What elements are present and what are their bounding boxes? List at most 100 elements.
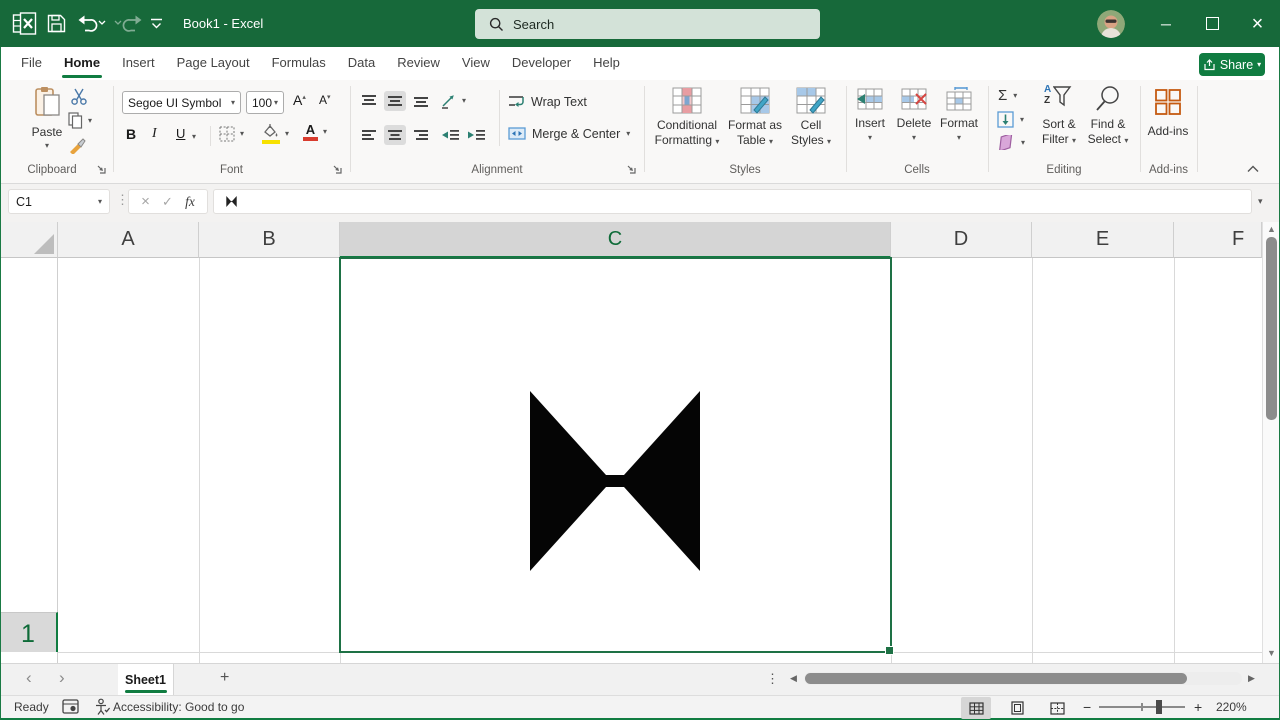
zoom-out-button[interactable]: −: [1083, 699, 1091, 715]
customize-quick-access-icon[interactable]: [150, 18, 163, 30]
column-header-c[interactable]: C: [340, 222, 891, 258]
font-size-combo[interactable]: 100 ▾: [246, 91, 284, 114]
alignment-dialog-launcher-icon[interactable]: [626, 164, 637, 175]
bold-button[interactable]: B: [126, 126, 136, 142]
horizontal-scrollbar[interactable]: [804, 672, 1242, 685]
vertical-scrollbar-thumb[interactable]: [1266, 237, 1277, 420]
macro-record-icon[interactable]: [62, 699, 79, 714]
save-icon[interactable]: [46, 13, 67, 34]
redo-button[interactable]: [113, 13, 143, 34]
font-dialog-launcher-icon[interactable]: [332, 164, 343, 175]
column-header-f[interactable]: F: [1174, 222, 1262, 258]
collapse-ribbon-button[interactable]: [1247, 165, 1259, 173]
column-header-a[interactable]: A: [58, 222, 199, 258]
add-ins-button[interactable]: Add-ins: [1143, 88, 1193, 139]
scroll-left-icon[interactable]: ◀: [790, 673, 797, 684]
wrap-text-button[interactable]: Wrap Text: [508, 94, 587, 109]
row-header-1[interactable]: 1: [0, 612, 58, 652]
search-bar[interactable]: Search: [475, 9, 820, 39]
tab-insert[interactable]: Insert: [111, 47, 166, 80]
fill-button[interactable]: ▾: [997, 111, 1024, 128]
horizontal-scrollbar-thumb[interactable]: [805, 673, 1187, 684]
maximize-button[interactable]: [1189, 0, 1235, 47]
name-box[interactable]: C1 ▾: [8, 189, 110, 214]
column-header-d[interactable]: D: [891, 222, 1032, 258]
bottom-align-button[interactable]: [410, 91, 432, 111]
format-painter-button[interactable]: [68, 136, 88, 154]
tab-view[interactable]: View: [451, 47, 501, 80]
scroll-right-icon[interactable]: ▶: [1248, 673, 1255, 684]
italic-button[interactable]: I: [152, 126, 157, 142]
delete-cells-button[interactable]: Delete ▾: [893, 87, 935, 142]
scroll-up-icon[interactable]: ▲: [1267, 224, 1276, 234]
page-break-preview-button[interactable]: [1042, 697, 1072, 719]
insert-function-icon[interactable]: fx: [185, 194, 195, 210]
font-name-combo[interactable]: Segoe UI Symbol ▾: [122, 91, 241, 114]
autosum-button[interactable]: Σ ▾: [998, 88, 1017, 103]
select-all-corner[interactable]: [0, 222, 58, 258]
zoom-level[interactable]: 220%: [1216, 700, 1247, 714]
sheet-tab-sheet1[interactable]: Sheet1: [118, 664, 174, 695]
expand-formula-bar-icon[interactable]: ▾: [1258, 197, 1263, 206]
column-header-e[interactable]: E: [1032, 222, 1174, 258]
next-sheet-button[interactable]: ›: [59, 668, 65, 688]
tab-help[interactable]: Help: [582, 47, 631, 80]
format-as-table-button[interactable]: Format as Table ▾: [726, 87, 784, 148]
align-right-button[interactable]: [410, 125, 432, 145]
copy-button[interactable]: ▾: [68, 112, 92, 129]
center-align-button[interactable]: [384, 125, 406, 145]
cancel-icon[interactable]: ×: [141, 193, 150, 210]
enter-icon[interactable]: ✓: [162, 194, 173, 210]
scroll-down-icon[interactable]: ▼: [1267, 648, 1276, 658]
increase-indent-button[interactable]: [468, 127, 486, 143]
borders-button[interactable]: ▾: [219, 126, 244, 142]
tab-data[interactable]: Data: [337, 47, 386, 80]
align-left-button[interactable]: [358, 125, 380, 145]
clipboard-dialog-launcher-icon[interactable]: [96, 164, 107, 175]
sort-filter-button[interactable]: A Z Sort & Filter ▾: [1036, 85, 1082, 147]
undo-button[interactable]: [77, 13, 107, 34]
user-avatar[interactable]: [1097, 10, 1125, 38]
close-button[interactable]: ×: [1235, 0, 1280, 47]
tab-file[interactable]: File: [10, 47, 53, 80]
chevron-down-icon[interactable]: ▾: [192, 133, 196, 141]
orientation-button[interactable]: ▾: [440, 92, 466, 109]
share-button[interactable]: Share ▾: [1199, 53, 1265, 76]
tab-home[interactable]: Home: [53, 47, 111, 80]
previous-sheet-button[interactable]: ‹: [26, 668, 32, 688]
excel-app-icon[interactable]: [12, 11, 37, 36]
page-layout-view-button[interactable]: [1002, 697, 1032, 719]
accessibility-status[interactable]: Accessibility: Good to go: [113, 700, 244, 714]
decrease-font-size-button[interactable]: A▾: [319, 93, 331, 107]
conditional-formatting-button[interactable]: Conditional Formatting ▾: [652, 87, 722, 148]
tab-page-layout[interactable]: Page Layout: [166, 47, 261, 80]
fill-color-button[interactable]: ▾: [262, 124, 289, 144]
decrease-indent-button[interactable]: [442, 127, 460, 143]
zoom-in-button[interactable]: +: [1194, 699, 1202, 715]
font-color-button[interactable]: A ▾: [303, 123, 327, 141]
zoom-slider-thumb[interactable]: [1156, 700, 1162, 714]
column-header-b[interactable]: B: [199, 222, 340, 258]
cell-styles-button[interactable]: Cell Styles ▾: [786, 87, 836, 148]
middle-align-button[interactable]: [384, 91, 406, 111]
minimize-button[interactable]: ─: [1143, 0, 1189, 47]
top-align-button[interactable]: [358, 91, 380, 111]
new-sheet-button[interactable]: +: [220, 669, 229, 687]
cut-button[interactable]: [70, 88, 88, 105]
clear-button[interactable]: ▾: [996, 135, 1025, 150]
tab-formulas[interactable]: Formulas: [261, 47, 337, 80]
tab-bar-resize-handle[interactable]: ⋮: [766, 671, 779, 687]
find-select-button[interactable]: Find & Select ▾: [1085, 85, 1131, 147]
formula-input[interactable]: [213, 189, 1252, 214]
paste-button[interactable]: Paste ▾: [24, 86, 70, 150]
insert-cells-button[interactable]: Insert ▾: [850, 87, 890, 142]
underline-button[interactable]: U: [176, 126, 185, 141]
accessibility-icon[interactable]: [94, 698, 110, 715]
increase-font-size-button[interactable]: A▴: [293, 92, 306, 108]
normal-view-button[interactable]: [961, 697, 991, 719]
tab-developer[interactable]: Developer: [501, 47, 582, 80]
format-cells-button[interactable]: Format ▾: [937, 87, 981, 142]
fill-handle[interactable]: [885, 646, 894, 655]
tab-review[interactable]: Review: [386, 47, 451, 80]
merge-center-button[interactable]: Merge & Center ▾: [508, 126, 630, 141]
